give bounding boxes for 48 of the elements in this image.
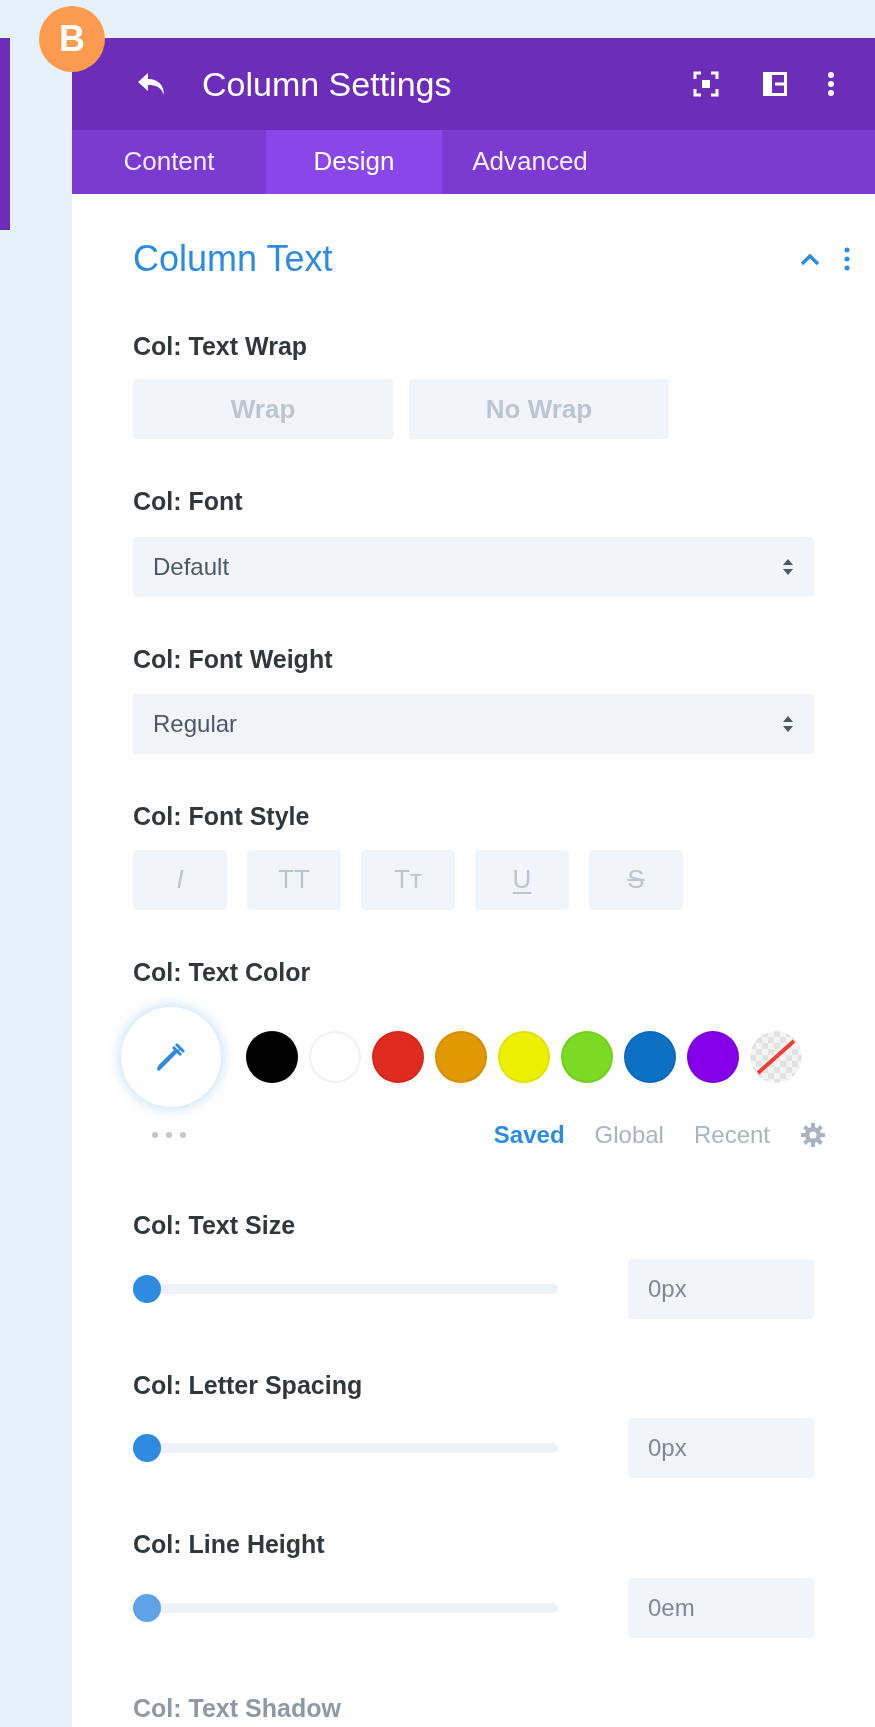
settings-icon[interactable]: [800, 1122, 826, 1148]
field-label: Col: Font Style: [133, 801, 311, 832]
no-color-swatch[interactable]: [750, 1031, 802, 1083]
more-colors-icon[interactable]: [151, 1131, 187, 1139]
color-picker-button[interactable]: [121, 1007, 221, 1107]
palette-tab[interactable]: Global: [594, 1117, 664, 1153]
panel-title: Column Settings: [202, 63, 452, 105]
sidebar-layout-icon[interactable]: [763, 72, 787, 97]
slider-thumb[interactable]: [133, 1274, 161, 1303]
color-swatch[interactable]: [435, 1031, 487, 1083]
section-title: Column Text: [133, 236, 334, 281]
field-label: Col: Text Wrap: [133, 330, 309, 362]
palette-tab[interactable]: Saved: [493, 1117, 565, 1153]
slider-thumb[interactable]: [133, 1434, 161, 1462]
color-swatch[interactable]: [561, 1031, 613, 1083]
badge: B: [39, 6, 105, 72]
value-field[interactable]: 0px: [628, 1418, 814, 1478]
tab[interactable]: Advanced: [442, 130, 618, 194]
field-label: Col: Text Color: [133, 956, 312, 988]
value-field[interactable]: 0px: [628, 1258, 814, 1319]
value-field[interactable]: 0em: [628, 1577, 814, 1638]
field-label: Col: Text Size: [133, 1210, 297, 1241]
color-swatch[interactable]: [246, 1031, 298, 1083]
slider-track[interactable]: [133, 1593, 558, 1622]
chevron-up-icon[interactable]: [800, 251, 820, 266]
eyedropper-icon: [154, 1040, 188, 1074]
select-field[interactable]: Regular: [133, 694, 814, 754]
color-swatch[interactable]: [372, 1031, 424, 1083]
tab[interactable]: Content: [72, 130, 266, 194]
field-label: Col: Text Shadow: [133, 1692, 342, 1724]
color-swatch[interactable]: [687, 1031, 739, 1083]
select-arrows-icon: [782, 715, 794, 733]
slider-track[interactable]: [133, 1434, 558, 1462]
color-swatch[interactable]: [498, 1031, 550, 1083]
palette-tab[interactable]: Recent: [693, 1117, 770, 1153]
field-label: Col: Font Weight: [133, 643, 334, 675]
select-arrows-icon: [782, 557, 794, 576]
more-options-icon[interactable]: [827, 71, 835, 98]
focus-icon[interactable]: [693, 71, 719, 98]
field-label: Col: Letter Spacing: [133, 1369, 364, 1401]
field-label: Col: Font: [133, 486, 244, 517]
color-swatch[interactable]: [624, 1031, 676, 1083]
tab[interactable]: Design: [266, 130, 442, 194]
slider-track[interactable]: [133, 1274, 558, 1303]
slider-thumb[interactable]: [133, 1593, 161, 1622]
select-field[interactable]: Default: [133, 536, 814, 597]
more-options-icon[interactable]: [844, 246, 850, 271]
field-label: Col: Line Height: [133, 1529, 326, 1560]
